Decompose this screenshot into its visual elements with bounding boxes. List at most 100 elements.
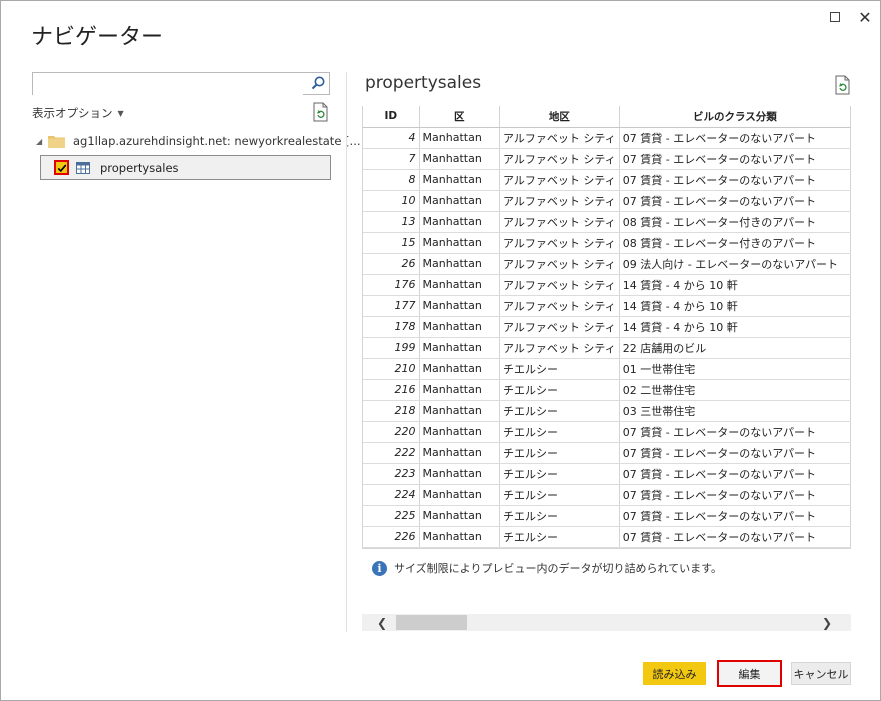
table-row: 176 Manhattan アルファベット シティ 14 賃貸 - 4 から 10 軒 [363, 274, 851, 296]
cancel-button[interactable]: キャンセル [791, 662, 851, 685]
tree-item-label: propertysales [100, 160, 179, 175]
cell-borough: Manhattan [419, 295, 501, 317]
column-header-borough[interactable]: 区 [419, 106, 501, 128]
search-input[interactable] [33, 73, 303, 95]
refresh-icon[interactable] [312, 102, 330, 122]
close-icon: ✕ [858, 7, 872, 27]
cell-id: 4 [363, 127, 420, 149]
cell-building-class: 14 賃貸 - 4 から 10 軒 [619, 316, 851, 338]
preview-grid[interactable]: ID 区 地区 ビルのクラス分類 4 Manhattan アルファベット シティ 07… [362, 106, 851, 549]
cell-borough: Manhattan [419, 463, 501, 485]
preview-table: ID 区 地区 ビルのクラス分類 4 Manhattan アルファベット シティ 07… [363, 106, 851, 548]
table-row: 223 Manhattan チエルシー 07 賃貸 - エレベーターのないアパート [363, 463, 851, 485]
cell-building-class: 02 二世帯住宅 [619, 379, 851, 401]
cell-building-class: 07 賃貸 - エレベーターのないアパート [619, 169, 851, 191]
cell-building-class: 07 賃貸 - エレベーターのないアパート [619, 190, 851, 212]
truncation-notice-text: サイズ制限によりプレビュー内のデータが切り詰められています。 [394, 562, 723, 575]
table-row: 224 Manhattan チエルシー 07 賃貸 - エレベーターのないアパート [363, 484, 851, 506]
cell-id: 8 [363, 169, 420, 191]
chevron-down-icon: ▼ [117, 108, 124, 118]
cell-id: 26 [363, 253, 420, 275]
table-row: 8 Manhattan アルファベット シティ 07 賃貸 - エレベーターのないアパ… [363, 169, 851, 191]
pane-divider [346, 72, 347, 632]
cell-district: アルファベット シティ [499, 295, 620, 317]
cell-id: 210 [363, 358, 420, 380]
cell-district: アルファベット シティ [499, 274, 620, 296]
cell-district: チエルシー [499, 442, 620, 464]
cell-district: アルファベット シティ [499, 148, 620, 170]
cell-id: 178 [363, 316, 420, 338]
cell-building-class: 09 法人向け - エレベーターのないアパート [619, 253, 851, 275]
cell-borough: Manhattan [419, 169, 501, 191]
cell-id: 15 [363, 232, 420, 254]
propertysales-checkbox[interactable] [54, 160, 69, 175]
refresh-preview-icon[interactable] [834, 75, 852, 95]
scroll-right-icon[interactable]: ❯ [817, 614, 837, 631]
cell-district: アルファベット シティ [499, 190, 620, 212]
cell-id: 224 [363, 484, 420, 506]
table-row: 4 Manhattan アルファベット シティ 07 賃貸 - エレベーターのないアパ… [363, 127, 851, 149]
cell-district: アルファベット シティ [499, 316, 620, 338]
cell-district: チエルシー [499, 526, 620, 548]
cell-id: 216 [363, 379, 420, 401]
cell-borough: Manhattan [419, 232, 501, 254]
cell-building-class: 14 賃貸 - 4 から 10 軒 [619, 295, 851, 317]
maximize-button[interactable] [824, 7, 846, 27]
cell-building-class: 01 一世帯住宅 [619, 358, 851, 380]
close-button[interactable]: ✕ [854, 7, 876, 27]
cell-district: チエルシー [499, 358, 620, 380]
tree-item-propertysales[interactable]: propertysales [40, 155, 331, 180]
load-button[interactable]: 読み込み [643, 662, 706, 685]
column-header-id[interactable]: ID [363, 106, 420, 128]
horizontal-scrollbar[interactable]: ❮ ❯ [362, 614, 851, 631]
cell-id: 13 [363, 211, 420, 233]
tree-root-label: ag1llap.azurehdinsight.net: newyorkreale… [73, 134, 361, 148]
cell-borough: Manhattan [419, 400, 501, 422]
table-row: 226 Manhattan チエルシー 07 賃貸 - エレベーターのないアパート [363, 526, 851, 548]
cell-building-class: 07 賃貸 - エレベーターのないアパート [619, 526, 851, 548]
column-header-district[interactable]: 地区 [499, 106, 620, 128]
cell-building-class: 14 賃貸 - 4 から 10 軒 [619, 274, 851, 296]
table-row: 10 Manhattan アルファベット シティ 07 賃貸 - エレベーターのないア… [363, 190, 851, 212]
maximize-icon [830, 12, 840, 22]
table-row: 225 Manhattan チエルシー 07 賃貸 - エレベーターのないアパート [363, 505, 851, 527]
cell-borough: Manhattan [419, 316, 501, 338]
cell-building-class: 07 賃貸 - エレベーターのないアパート [619, 127, 851, 149]
cell-borough: Manhattan [419, 337, 501, 359]
scrollbar-thumb[interactable] [396, 615, 467, 630]
expand-triangle-icon[interactable]: ◢ [36, 137, 48, 146]
cell-district: アルファベット シティ [499, 127, 620, 149]
table-row: 177 Manhattan アルファベット シティ 14 賃貸 - 4 から 10 軒 [363, 295, 851, 317]
table-row: 216 Manhattan チエルシー 02 二世帯住宅 [363, 379, 851, 401]
cell-building-class: 07 賃貸 - エレベーターのないアパート [619, 484, 851, 506]
cell-id: 177 [363, 295, 420, 317]
edit-button[interactable]: 編集 [717, 660, 782, 687]
cell-district: チエルシー [499, 484, 620, 506]
table-row: 7 Manhattan アルファベット シティ 07 賃貸 - エレベーターのないアパ… [363, 148, 851, 170]
cell-id: 10 [363, 190, 420, 212]
cell-id: 222 [363, 442, 420, 464]
search-icon[interactable] [310, 75, 326, 91]
table-row: 13 Manhattan アルファベット シティ 08 賃貸 - エレベーター付きのア… [363, 211, 851, 233]
cell-building-class: 22 店舗用のビル [619, 337, 851, 359]
scroll-left-icon[interactable]: ❮ [372, 614, 392, 631]
cell-borough: Manhattan [419, 421, 501, 443]
checkmark-icon [57, 164, 66, 172]
table-row: 26 Manhattan アルファベット シティ 09 法人向け - エレベーターのな… [363, 253, 851, 275]
table-row: 218 Manhattan チエルシー 03 三世帯住宅 [363, 400, 851, 422]
truncation-notice: i サイズ制限によりプレビュー内のデータが切り詰められています。 [372, 560, 722, 576]
tree-root-node[interactable]: ◢ ag1llap.azurehdinsight.net: newyorkrea… [36, 134, 361, 148]
cell-borough: Manhattan [419, 505, 501, 527]
table-row: 222 Manhattan チエルシー 07 賃貸 - エレベーターのないアパート [363, 442, 851, 464]
cell-building-class: 07 賃貸 - エレベーターのないアパート [619, 505, 851, 527]
cell-district: チエルシー [499, 505, 620, 527]
table-icon [76, 161, 90, 174]
display-options-dropdown[interactable]: 表示オプション ▼ [32, 105, 124, 121]
cell-building-class: 07 賃貸 - エレベーターのないアパート [619, 148, 851, 170]
preview-title: propertysales [365, 73, 482, 93]
cell-district: チエルシー [499, 421, 620, 443]
cell-borough: Manhattan [419, 127, 501, 149]
display-options-label: 表示オプション [32, 106, 113, 120]
table-row: 178 Manhattan アルファベット シティ 14 賃貸 - 4 から 10 軒 [363, 316, 851, 338]
column-header-building-class[interactable]: ビルのクラス分類 [619, 106, 851, 128]
